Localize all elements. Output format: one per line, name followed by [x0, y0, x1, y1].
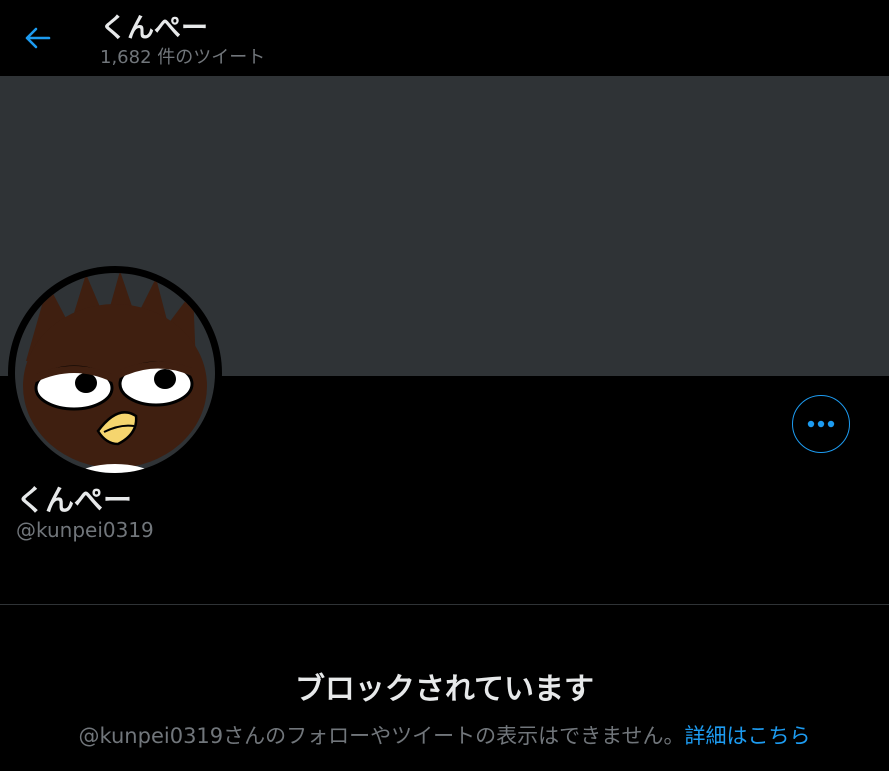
avatar-image — [15, 273, 215, 473]
arrow-left-icon — [25, 27, 51, 49]
profile-display-name: くんぺー — [16, 483, 133, 517]
profile-header: くんぺー 1,682 件のツイート — [0, 0, 889, 76]
divider — [0, 604, 889, 605]
learn-more-link[interactable]: 詳細はこちら — [685, 724, 811, 748]
tweet-count: 1,682 件のツイート — [100, 47, 266, 68]
back-button[interactable] — [18, 18, 58, 58]
blocked-title: ブロックされています — [294, 672, 595, 707]
blocked-message: @kunpei0319さんのフォローやツイートの表示はできません。詳細はこちら — [0, 720, 889, 750]
header-title: くんぺー — [100, 13, 208, 44]
blocked-message-text: @kunpei0319さんのフォローやツイートの表示はできません。 — [78, 724, 685, 748]
avatar[interactable] — [8, 266, 222, 480]
profile-handle: @kunpei0319 — [16, 518, 154, 542]
more-options-button[interactable] — [792, 395, 850, 453]
ellipsis-icon — [807, 420, 835, 428]
